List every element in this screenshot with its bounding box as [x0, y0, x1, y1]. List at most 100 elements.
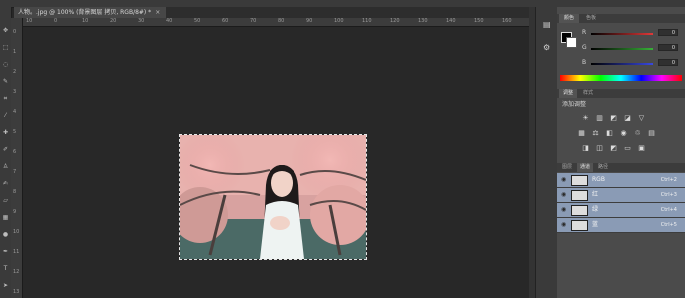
- history-brush-tool-icon[interactable]: ✍: [2, 180, 9, 187]
- ruler-tick-label: 150: [474, 18, 484, 24]
- gradient-tool-icon[interactable]: ▦: [2, 214, 9, 221]
- move-tool-icon[interactable]: ✥: [2, 27, 9, 34]
- vertical-ruler: 0 1 2 3 4 5 6 7 8 9 10 11 12 13: [11, 18, 23, 298]
- properties-panel-icon[interactable]: ⚙: [543, 43, 550, 52]
- eyedropper-tool-icon[interactable]: ⁄: [2, 112, 9, 119]
- black-white-icon[interactable]: ◧: [606, 130, 613, 137]
- channel-row[interactable]: ◉ 绿 Ctrl+4: [557, 203, 685, 218]
- red-slider[interactable]: [591, 33, 653, 35]
- ruler-tick-label: 10: [13, 229, 20, 235]
- ruler-tick-label: 13: [13, 289, 20, 295]
- color-spectrum-bar[interactable]: [560, 75, 682, 81]
- ruler-tick-label: 20: [110, 18, 117, 24]
- eye-icon[interactable]: ◉: [561, 222, 566, 228]
- exposure-icon[interactable]: ◪: [624, 115, 631, 122]
- eye-icon[interactable]: ◉: [561, 177, 566, 183]
- eye-icon[interactable]: ◉: [561, 192, 566, 198]
- tab-adjustments[interactable]: 调整: [559, 89, 577, 98]
- history-panel-icon[interactable]: ▤: [543, 20, 551, 29]
- tab-color[interactable]: 颜色: [559, 14, 579, 23]
- green-value-field[interactable]: 0: [658, 44, 678, 51]
- tab-styles[interactable]: 样式: [579, 89, 597, 98]
- ruler-tick-label: 110: [362, 18, 372, 24]
- channel-name: 蓝: [592, 221, 599, 228]
- collapsed-panel-icons: ▤ ⚙: [535, 7, 559, 298]
- ruler-tick-label: 7: [13, 169, 17, 175]
- ruler-tick-label: 90: [306, 18, 313, 24]
- ruler-tick-label: 5: [13, 129, 17, 135]
- posterize-icon[interactable]: ◫: [596, 145, 603, 152]
- ruler-tick-label: 0: [54, 18, 58, 24]
- quick-select-tool-icon[interactable]: ✎: [2, 78, 9, 85]
- channel-thumbnail: [571, 220, 588, 231]
- channel-row[interactable]: ◉ 红 Ctrl+3: [557, 188, 685, 203]
- threshold-icon[interactable]: ◩: [610, 145, 617, 152]
- clone-stamp-tool-icon[interactable]: ♙: [2, 163, 9, 170]
- ruler-tick-label: 8: [13, 189, 17, 195]
- channel-name: 绿: [592, 206, 599, 213]
- red-label: R: [582, 29, 587, 36]
- channel-row[interactable]: ◉ 蓝 Ctrl+5: [557, 218, 685, 233]
- gradient-map-icon[interactable]: ▭: [624, 145, 631, 152]
- invert-icon[interactable]: ◨: [582, 145, 589, 152]
- ruler-tick-label: 10: [26, 18, 33, 24]
- channel-shortcut: Ctrl+5: [660, 222, 677, 228]
- close-icon[interactable]: ×: [155, 9, 160, 16]
- channel-name: RGB: [592, 176, 605, 183]
- brightness-icon[interactable]: ☀: [582, 115, 589, 122]
- right-panels: 颜色 色板 R 0 G 0 B 0 调整 样式 添加调整 ☀ ▥ ◩ ◪ ▽ ▦…: [557, 7, 685, 298]
- pen-tool-icon[interactable]: ✒: [2, 248, 9, 255]
- layers-panel-tabs: 图层 通道 路径: [557, 163, 685, 172]
- hue-saturation-icon[interactable]: ▦: [578, 130, 585, 137]
- ruler-tick-label: 80: [278, 18, 285, 24]
- vibrance-icon[interactable]: ▽: [638, 115, 645, 122]
- red-value-field[interactable]: 0: [658, 29, 678, 36]
- healing-brush-tool-icon[interactable]: ✚: [2, 129, 9, 136]
- eye-icon[interactable]: ◉: [561, 207, 566, 213]
- color-balance-icon[interactable]: ⚖: [592, 130, 599, 137]
- blue-value-field[interactable]: 0: [658, 59, 678, 66]
- document-tab[interactable]: 人物。.jpg @ 100% (背景图层 拷贝, RGB/8#) * ×: [14, 7, 167, 18]
- channel-shortcut: Ctrl+4: [660, 207, 677, 213]
- document-title: 人物。.jpg @ 100% (背景图层 拷贝, RGB/8#) *: [18, 9, 152, 16]
- ruler-tick-label: 6: [13, 149, 17, 155]
- type-tool-icon[interactable]: T: [2, 265, 9, 272]
- channel-shortcut: Ctrl+3: [660, 192, 677, 198]
- eraser-tool-icon[interactable]: ▱: [2, 197, 9, 204]
- selective-color-icon[interactable]: ▣: [638, 145, 645, 152]
- adjustments-heading: 添加调整: [562, 101, 587, 108]
- ruler-tick-label: 50: [194, 18, 201, 24]
- levels-icon[interactable]: ▥: [596, 115, 603, 122]
- curves-icon[interactable]: ◩: [610, 115, 617, 122]
- ruler-tick-label: 10: [82, 18, 89, 24]
- ruler-tick-label: 160: [502, 18, 512, 24]
- ruler-tick-label: 130: [418, 18, 428, 24]
- brush-tool-icon[interactable]: ✐: [2, 146, 9, 153]
- ruler-tick-label: 30: [138, 18, 145, 24]
- dodge-tool-icon[interactable]: ●: [2, 231, 9, 238]
- path-selection-tool-icon[interactable]: ➤: [2, 282, 9, 289]
- photo-filter-icon[interactable]: ◉: [620, 130, 627, 137]
- green-slider[interactable]: [591, 48, 653, 50]
- tab-channels[interactable]: 通道: [577, 163, 593, 172]
- tab-paths[interactable]: 路径: [595, 163, 611, 172]
- ruler-tick-label: 3: [13, 89, 17, 95]
- tab-layers[interactable]: 图层: [559, 163, 575, 172]
- channel-row[interactable]: ◉ RGB Ctrl+2: [557, 173, 685, 188]
- ruler-tick-label: 60: [222, 18, 229, 24]
- tab-swatches[interactable]: 色板: [581, 14, 601, 23]
- ruler-tick-label: 9: [13, 209, 17, 215]
- portrait-photo: [180, 135, 366, 259]
- channel-mixer-icon[interactable]: ♲: [634, 130, 641, 137]
- marquee-tool-icon[interactable]: ⬚: [2, 44, 9, 51]
- crop-tool-icon[interactable]: ⌗: [2, 95, 9, 102]
- ruler-tick-label: 70: [250, 18, 257, 24]
- blue-slider[interactable]: [591, 63, 653, 65]
- adjustments-panel-tabs: 调整 样式: [557, 89, 685, 98]
- document-image[interactable]: [179, 134, 367, 260]
- color-lookup-icon[interactable]: ▤: [648, 130, 655, 137]
- lasso-tool-icon[interactable]: ◌: [2, 61, 9, 68]
- background-color-swatch[interactable]: [566, 37, 577, 48]
- ruler-tick-label: 140: [446, 18, 456, 24]
- ruler-tick-label: 120: [390, 18, 400, 24]
